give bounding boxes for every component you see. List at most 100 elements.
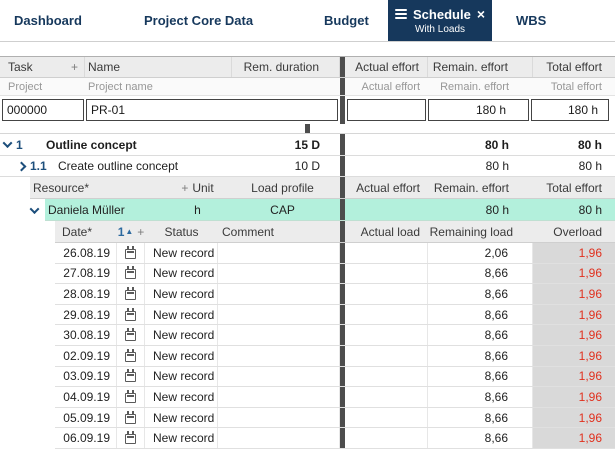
load-overload: 1,96 [578,369,602,384]
load-remaining: 8,66 [484,266,508,281]
task-name: Create outline concept [58,159,179,173]
load-overload: 1,96 [578,410,602,425]
load-status: New record [153,307,215,322]
col-remain-effort: Remain. effort [432,60,508,74]
load-remaining: 8,66 [484,431,508,446]
chevron-right-icon[interactable] [16,161,27,171]
tab-label: Budget [324,13,369,28]
load-status: New record [153,286,215,301]
load-row[interactable]: 26.08.19 New record 2,06 1,96 [0,243,615,264]
col-total-effort: Total effort [546,60,602,74]
calendar-icon[interactable] [125,266,136,280]
project-id-field[interactable] [2,99,84,121]
col-project-name: Project name [88,80,153,93]
col-status: Status [164,224,199,239]
task-row-1[interactable]: 1 Outline concept 15 D 80 h 80 h [0,134,615,156]
tab-dashboard[interactable]: Dashboard [0,0,130,41]
col-project: Project [8,80,43,93]
load-status: New record [153,348,215,363]
col-unit: Unit [192,180,214,195]
tab-subtitle: With Loads [414,23,466,35]
load-status: New record [153,328,215,343]
col-total-effort: Total effort [546,180,602,195]
close-icon[interactable]: × [477,7,485,21]
calendar-icon[interactable] [125,369,136,383]
load-overload: 1,96 [578,286,602,301]
tab-budget[interactable]: Budget [310,0,388,41]
task-wbs: 1 [16,137,23,152]
col-remain-effort: Remain. effort [433,180,509,195]
load-remaining: 8,66 [484,307,508,322]
sort-indicator[interactable]: 1 [118,225,125,239]
load-status: New record [153,389,215,404]
project-name-field[interactable] [86,99,338,121]
add-load-icon[interactable]: + [137,225,144,239]
load-overload: 1,96 [578,389,602,404]
project-remain-effort-field[interactable] [428,99,529,121]
load-status: New record [153,410,215,425]
load-row[interactable]: 30.08.19 New record 8,66 1,96 [0,325,615,346]
col-rem-duration: Rem. duration [243,60,319,74]
load-overload: 1,96 [578,307,602,322]
chevron-down-icon[interactable] [29,203,40,214]
chevron-down-icon[interactable] [2,138,13,149]
load-row[interactable]: 02.09.19 New record 8,66 1,96 [0,345,615,367]
resource-unit: h [194,202,201,217]
spacer-row [0,124,615,134]
col-actual-effort: Actual effort [361,80,421,93]
tab-wbs[interactable]: WBS [502,0,584,41]
load-row[interactable]: 05.09.19 New record 8,66 1,96 [0,407,615,429]
task-rem-duration: 10 D [294,159,320,173]
project-row [0,96,615,124]
task-row-1-1[interactable]: 1.1 Create outline concept 10 D 80 h 80 … [0,156,615,177]
col-task: Task [8,60,33,74]
project-actual-effort-field[interactable] [347,99,426,121]
load-remaining: 8,66 [484,348,508,363]
schedule-table: Task + Name Rem. duration Actual effort R… [0,56,615,449]
load-row[interactable]: 27.08.19 New record 8,66 1,96 [0,263,615,285]
col-overload: Overload [553,224,602,239]
load-status: New record [153,266,215,281]
add-resource-icon[interactable]: + [181,181,188,195]
calendar-icon[interactable] [125,389,136,403]
calendar-icon[interactable] [125,286,136,300]
load-date: 05.09.19 [63,410,110,425]
load-row[interactable]: 03.09.19 New record 8,66 1,96 [0,366,615,388]
load-remaining: 8,66 [484,389,508,404]
calendar-icon[interactable] [125,431,136,445]
menu-icon[interactable] [395,9,407,19]
tab-label: Project Core Data [144,13,254,28]
load-row[interactable]: 04.09.19 New record 8,66 1,96 [0,387,615,408]
col-name: Name [88,60,121,74]
load-header-row: Date* 1 ▲ + Status Comment Actual load Rem… [0,221,615,243]
load-date: 06.09.19 [63,431,110,446]
calendar-icon[interactable] [125,307,136,321]
calendar-icon[interactable] [125,348,136,362]
load-date: 30.08.19 [63,328,110,343]
resource-row[interactable]: Daniela Müller h CAP 80 h 80 h [0,199,615,221]
task-total-effort: 80 h [577,137,602,152]
toolbar-gap [0,42,615,56]
load-overload: 1,96 [578,348,602,363]
load-date: 04.09.19 [63,389,110,404]
app-window: Dashboard Project Core Data Budget Sched… [0,0,615,449]
tab-schedule[interactable]: Schedule × With Loads [388,0,492,41]
load-row[interactable]: 06.09.19 New record 8,66 1,96 [0,428,615,449]
load-row[interactable]: 28.08.19 New record 8,66 1,96 [0,284,615,305]
task-name: Outline concept [46,137,137,152]
tab-label: WBS [516,13,547,28]
load-remaining: 2,06 [484,245,508,260]
tab-project-core-data[interactable]: Project Core Data [130,0,310,41]
resource-remain-effort: 80 h [485,202,509,217]
project-total-effort-field[interactable] [531,99,609,121]
load-date: 26.08.19 [63,245,110,260]
resource-total-effort: 80 h [578,202,602,217]
load-row[interactable]: 29.08.19 New record 8,66 1,96 [0,304,615,326]
col-comment: Comment [222,224,275,239]
load-status: New record [153,245,215,260]
calendar-icon[interactable] [125,328,136,342]
task-rem-duration: 15 D [294,137,320,152]
add-task-icon[interactable]: + [71,60,78,74]
calendar-icon[interactable] [125,245,136,259]
calendar-icon[interactable] [125,410,136,424]
